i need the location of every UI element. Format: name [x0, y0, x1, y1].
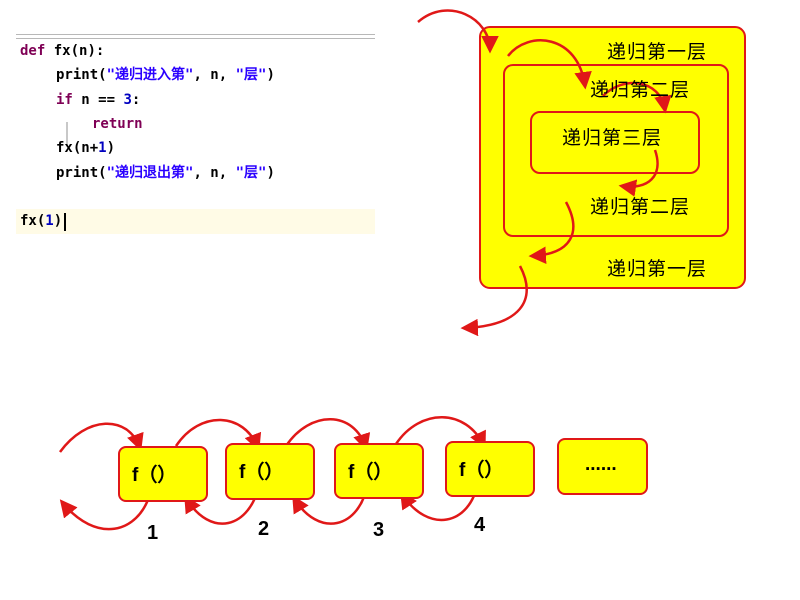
layer-2-exit-label: 递归第二层	[590, 196, 691, 218]
function-box-2: f（）	[225, 443, 315, 500]
function-box-label: f（）	[239, 462, 284, 483]
function-box-3: f（）	[334, 443, 424, 499]
call-number-4: 4	[474, 514, 486, 536]
function-box-label: f（）	[132, 465, 177, 486]
layer-2-enter-label: 递归第二层	[590, 79, 691, 101]
function-box-label: f（）	[459, 460, 504, 481]
function-box-4: f（）	[445, 441, 535, 497]
call-number-1: 1	[147, 522, 159, 544]
function-box-label: f（）	[348, 462, 393, 483]
layer-1-exit-label: 递归第一层	[607, 258, 708, 280]
function-box-1: f（）	[118, 446, 208, 502]
layer-3-label: 递归第三层	[562, 127, 663, 149]
ellipsis-label: ......	[585, 454, 617, 475]
call-number-3: 3	[373, 519, 385, 541]
call-number-2: 2	[258, 518, 270, 540]
layer-1-enter-label: 递归第一层	[607, 41, 708, 63]
function-box-more: ......	[557, 438, 648, 495]
